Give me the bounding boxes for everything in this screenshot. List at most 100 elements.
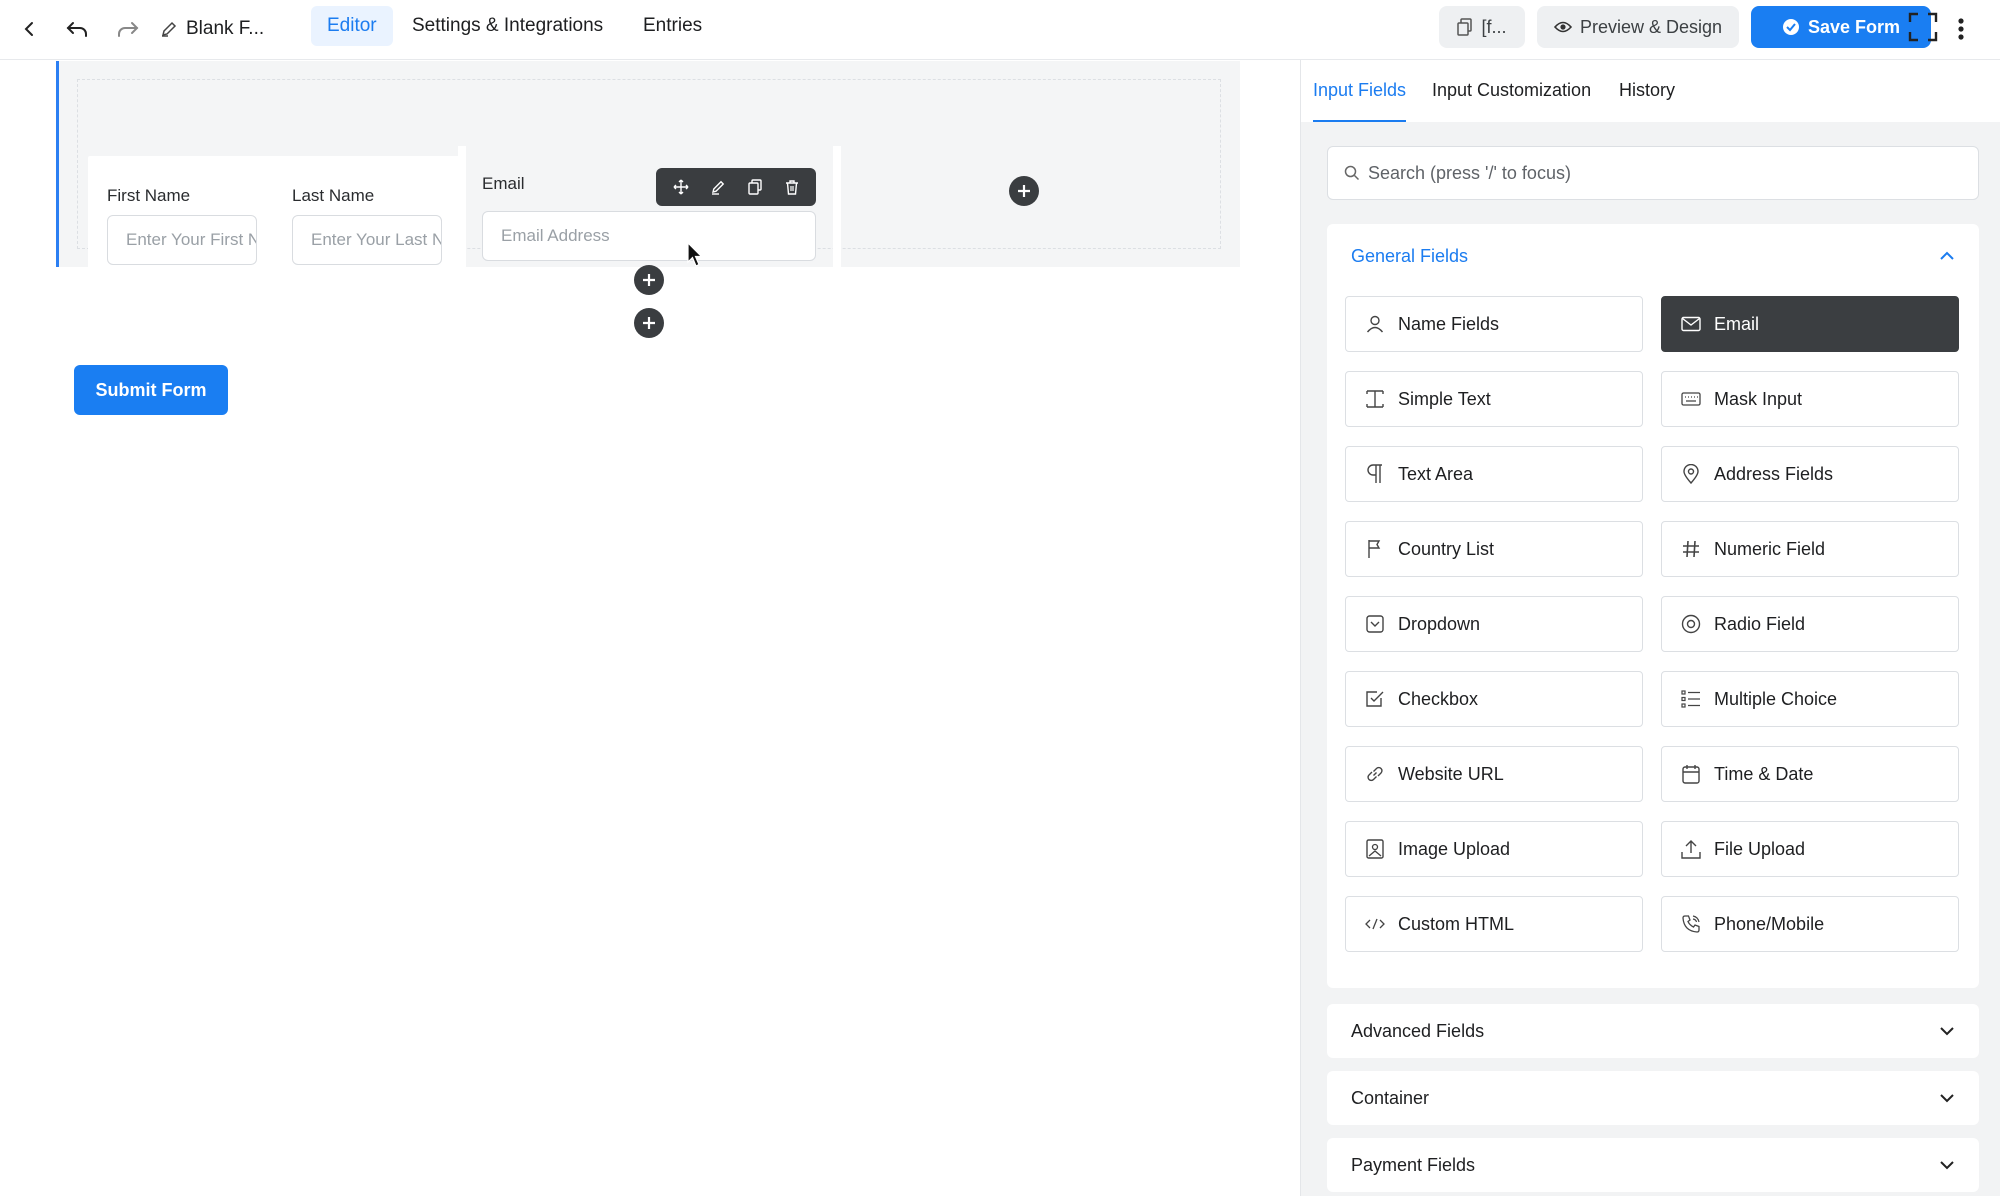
field-label: File Upload [1714,838,1806,859]
last-name-input[interactable]: Enter Your Last Name [292,215,442,265]
shortcode-button[interactable]: [f... [1439,6,1525,48]
field-label: Phone/Mobile [1714,913,1825,934]
submit-form-button[interactable]: Submit Form [74,365,228,415]
tab-input-customization-label: Input Customization [1432,80,1592,100]
field-checkbox[interactable]: Checkbox [1345,671,1643,727]
sidebar-tabs: Input Fields Input Customization History [1301,60,2000,122]
shortcode-label: [f... [1481,16,1507,37]
submit-label: Submit Form [95,379,207,400]
field-address-fields[interactable]: Address Fields [1661,446,1959,502]
field-label: Website URL [1398,763,1504,784]
chevron-down-icon [1940,1094,1954,1103]
undo-icon[interactable] [60,12,94,46]
column-resize-handle[interactable] [458,146,466,304]
payment-fields-section[interactable]: Payment Fields [1327,1138,1979,1192]
payment-fields-title: Payment Fields [1351,1154,1476,1175]
field-phone-mobile[interactable]: Phone/Mobile [1661,896,1959,952]
field-email[interactable]: Email [1661,296,1959,352]
advanced-fields-header[interactable]: Advanced Fields [1351,1004,1955,1058]
field-label: Mask Input [1714,388,1803,409]
general-fields-section: General Fields Name Fields Email Simple … [1327,224,1979,988]
tab-settings-label: Settings & Integrations [412,15,604,36]
tab-editor[interactable]: Editor [311,6,393,46]
user-icon [1364,313,1386,335]
back-chevron-icon[interactable] [12,12,46,46]
phone-icon [1680,913,1702,935]
form-title-text: Blank F... [186,18,265,39]
check-circle-icon [1782,19,1799,35]
add-column-field-button[interactable] [1009,176,1039,206]
field-numeric-field[interactable]: Numeric Field [1661,521,1959,577]
general-fields-header[interactable]: General Fields [1351,229,1955,283]
field-label: Simple Text [1398,388,1491,409]
field-custom-html[interactable]: Custom HTML [1345,896,1643,952]
preview-design-button[interactable]: Preview & Design [1537,6,1739,48]
field-country-list[interactable]: Country List [1345,521,1643,577]
upload-icon [1680,838,1702,860]
advanced-fields-title: Advanced Fields [1351,1020,1485,1041]
field-sidebar: Input Fields Input Customization History… [1300,60,2000,1196]
field-label: Text Area [1398,463,1474,484]
field-label: Email [1714,313,1760,334]
field-simple-text[interactable]: Simple Text [1345,371,1643,427]
field-radio-field[interactable]: Radio Field [1661,596,1959,652]
tab-entries[interactable]: Entries [627,6,718,46]
fullscreen-icon[interactable] [1906,10,1940,44]
email-input[interactable]: Email Address [482,211,816,261]
field-file-upload[interactable]: File Upload [1661,821,1959,877]
container-section[interactable]: Container [1327,1071,1979,1125]
column-resize-handle[interactable] [833,146,841,304]
payment-fields-header[interactable]: Payment Fields [1351,1138,1955,1192]
code-icon [1364,913,1386,935]
field-multiple-choice[interactable]: Multiple Choice [1661,671,1959,727]
field-label: Multiple Choice [1714,688,1838,709]
field-website-url[interactable]: Website URL [1345,746,1643,802]
plus-icon [1018,185,1030,197]
tab-input-customization[interactable]: Input Customization [1432,80,1591,122]
chevron-up-icon [1940,251,1954,260]
email-placeholder: Email Address [501,226,610,245]
tab-input-fields-label: Input Fields [1313,80,1407,100]
image-icon [1364,838,1386,860]
flag-icon [1364,538,1386,560]
general-fields-title: General Fields [1351,245,1469,266]
email-label: Email [482,174,525,193]
tab-input-fields[interactable]: Input Fields [1313,80,1407,122]
more-options-icon[interactable] [1944,12,1978,46]
calendar-icon [1680,763,1702,785]
move-icon[interactable] [673,179,689,195]
field-label: Country List [1398,538,1495,559]
hash-icon [1680,538,1702,560]
trash-icon[interactable] [784,179,800,195]
duplicate-icon[interactable] [747,179,763,195]
eye-icon [1553,21,1572,33]
keyboard-icon [1680,388,1702,410]
save-form-button[interactable]: Save Form [1751,6,1931,48]
top-bar: Blank F... Editor Settings & Integration… [0,0,2000,60]
redo-icon[interactable] [111,12,145,46]
tab-editor-label: Editor [327,15,377,36]
field-mask-input[interactable]: Mask Input [1661,371,1959,427]
advanced-fields-section[interactable]: Advanced Fields [1327,1004,1979,1058]
field-text-area[interactable]: Text Area [1345,446,1643,502]
add-field-below-button[interactable] [634,265,664,295]
copy-icon [1457,18,1473,36]
container-header[interactable]: Container [1351,1071,1955,1125]
first-name-input[interactable]: Enter Your First Name [107,215,257,265]
edit-icon[interactable] [710,179,726,195]
add-row-button[interactable] [634,308,664,338]
container-title: Container [1351,1087,1430,1108]
form-title[interactable]: Blank F... [160,12,264,46]
plus-icon [643,317,655,329]
field-dropdown[interactable]: Dropdown [1345,596,1643,652]
field-image-upload[interactable]: Image Upload [1345,821,1643,877]
paragraph-icon [1364,463,1386,485]
field-name-fields[interactable]: Name Fields [1345,296,1643,352]
field-search-input[interactable] [1368,162,1928,184]
tab-history[interactable]: History [1619,80,1675,122]
first-name-label: First Name [107,186,191,205]
plus-icon [643,274,655,286]
radio-icon [1680,613,1702,635]
tab-settings-integrations[interactable]: Settings & Integrations [396,6,619,46]
field-time-date[interactable]: Time & Date [1661,746,1959,802]
